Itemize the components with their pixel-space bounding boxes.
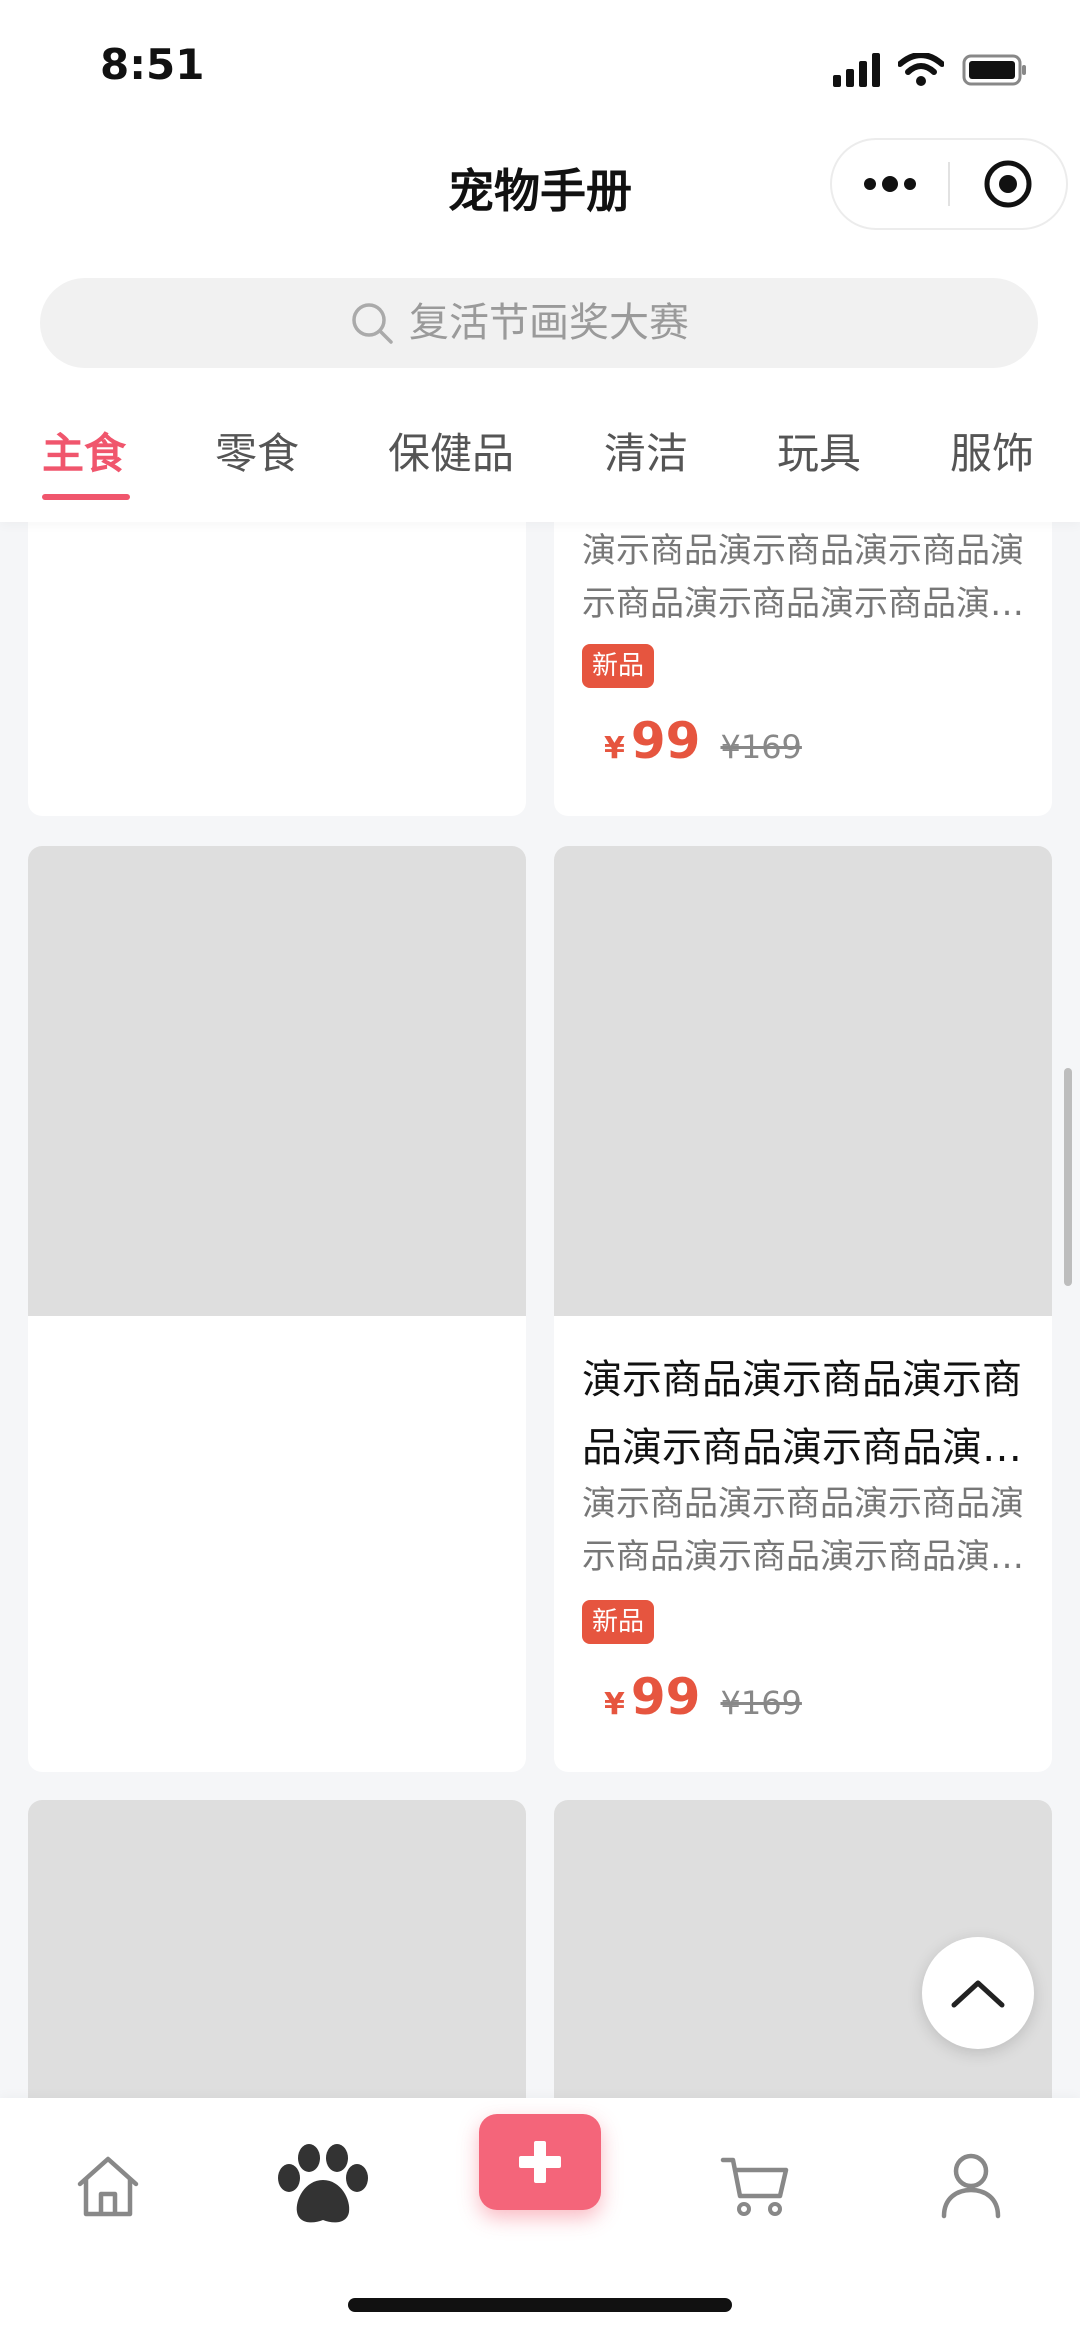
tab-apparel[interactable]: 服饰: [950, 420, 1034, 481]
signal-icon: [833, 53, 880, 87]
search-input[interactable]: [409, 300, 729, 346]
search-icon: [352, 303, 393, 344]
currency-symbol: ¥: [604, 731, 625, 766]
nav-home[interactable]: [48, 2126, 168, 2246]
tab-health[interactable]: 保健品: [388, 420, 514, 481]
wifi-icon: [898, 53, 944, 87]
product-image: [28, 846, 526, 1316]
add-button[interactable]: [479, 2114, 601, 2210]
price-row: ¥ 99 ¥169: [604, 712, 802, 770]
top-header: 8:51 宠物手册 复活节画奖大赛 主食 零食 保健品 清洁 玩具 服饰: [0, 0, 1080, 522]
more-dots-icon: [864, 176, 916, 192]
search-bar[interactable]: [40, 278, 1038, 368]
status-time: 8:51: [100, 40, 205, 89]
tab-snacks[interactable]: 零食: [215, 420, 299, 481]
more-button[interactable]: [832, 140, 948, 228]
cart-icon: [720, 2157, 789, 2216]
nav-cart[interactable]: [696, 2126, 816, 2246]
product-image: [554, 846, 1052, 1316]
tab-toys[interactable]: 玩具: [777, 420, 861, 481]
close-mini-program-button[interactable]: [950, 140, 1066, 228]
active-tab-indicator: [42, 494, 130, 500]
target-icon: [984, 160, 1032, 208]
paw-icon: [278, 2144, 368, 2223]
category-tabs: 主食 零食 保健品 清洁 玩具 服饰: [0, 420, 1080, 510]
price-row: ¥ 99 ¥169: [604, 1668, 802, 1726]
original-price: ¥169: [720, 1684, 802, 1722]
home-indicator[interactable]: [348, 2298, 732, 2312]
chevron-up-icon: [951, 1980, 1005, 2008]
product-card[interactable]: 演示商品演示商品演示商品演示商品演示商品演示商品 演示商品演示商品演示商品演示商…: [554, 846, 1052, 1772]
nav-profile[interactable]: [911, 2126, 1031, 2246]
home-icon: [77, 2156, 139, 2217]
original-price: ¥169: [720, 728, 802, 766]
product-description: 演示商品演示商品演示商品演示商品演示商品演示商品演示商品: [582, 531, 1024, 624]
user-icon: [941, 2153, 1001, 2219]
battery-icon: [962, 53, 1028, 87]
status-icons: [833, 50, 1028, 90]
nav-pets[interactable]: [263, 2126, 383, 2246]
mini-program-capsule: [830, 138, 1068, 230]
new-badge: 新品: [582, 644, 655, 688]
scrollbar[interactable]: [1064, 1068, 1072, 1286]
new-badge: 新品: [582, 1600, 655, 1644]
product-title: 演示商品演示商品演示商品演示商品演示商品演示商品: [582, 1357, 1022, 1471]
back-to-top-button[interactable]: [922, 1937, 1034, 2049]
product-description: 演示商品演示商品演示商品演示商品演示商品演示商品演示商品: [582, 1484, 1024, 1577]
product-card[interactable]: [28, 846, 526, 1772]
price: 99: [630, 1668, 701, 1726]
tab-cleaning[interactable]: 清洁: [604, 420, 688, 481]
tab-staple-food[interactable]: 主食: [42, 420, 126, 481]
currency-symbol: ¥: [604, 1687, 625, 1722]
price: 99: [630, 712, 701, 770]
plus-icon: [519, 2141, 561, 2183]
